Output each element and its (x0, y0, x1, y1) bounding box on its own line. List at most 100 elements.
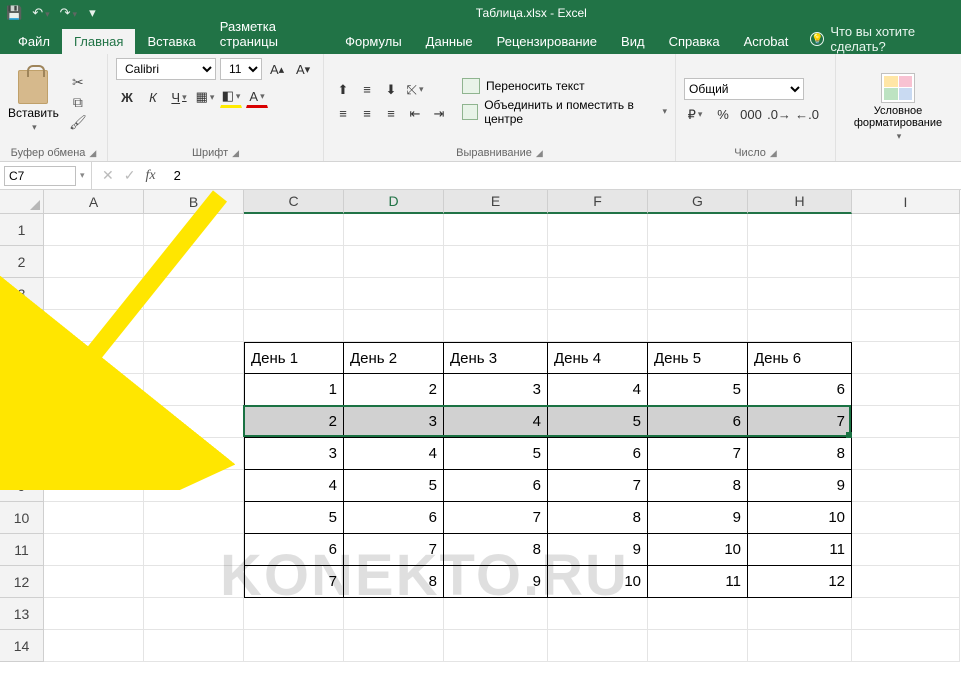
cell-C3[interactable] (244, 278, 344, 310)
cell-I4[interactable] (852, 310, 960, 342)
merge-center-button[interactable]: Объединить и поместить в центре▾ (462, 98, 667, 126)
column-header-D[interactable]: D (344, 190, 444, 214)
cell-E12[interactable]: 9 (444, 566, 548, 598)
cell-C13[interactable] (244, 598, 344, 630)
cell-G7[interactable]: 6 (648, 406, 748, 438)
cell-D11[interactable]: 7 (344, 534, 444, 566)
cell-A4[interactable] (44, 310, 144, 342)
cell-B8[interactable] (144, 438, 244, 470)
column-header-B[interactable]: B (144, 190, 244, 214)
fill-color-icon[interactable]: ◧▾ (220, 86, 242, 108)
row-header-14[interactable]: 14 (0, 630, 44, 662)
cell-H6[interactable]: 6 (748, 374, 852, 406)
cell-F11[interactable]: 9 (548, 534, 648, 566)
row-header-9[interactable]: 9 (0, 470, 44, 502)
cell-E4[interactable] (444, 310, 548, 342)
cancel-icon[interactable]: ✕ (102, 167, 114, 184)
cell-F13[interactable] (548, 598, 648, 630)
percent-icon[interactable]: % (712, 104, 734, 126)
cell-F14[interactable] (548, 630, 648, 662)
cell-H11[interactable]: 11 (748, 534, 852, 566)
cell-H8[interactable]: 8 (748, 438, 852, 470)
cell-F10[interactable]: 8 (548, 502, 648, 534)
tab-acrobat[interactable]: Acrobat (732, 29, 801, 54)
row-header-7[interactable]: 7 (0, 406, 44, 438)
cell-D5[interactable]: День 2 (344, 342, 444, 374)
cell-F7[interactable]: 5 (548, 406, 648, 438)
cell-F5[interactable]: День 4 (548, 342, 648, 374)
increase-font-icon[interactable]: A▴ (266, 58, 288, 80)
cell-I7[interactable] (852, 406, 960, 438)
align-middle-icon[interactable]: ≡ (356, 79, 378, 101)
cell-D7[interactable]: 3 (344, 406, 444, 438)
cell-E1[interactable] (444, 214, 548, 246)
row-header-1[interactable]: 1 (0, 214, 44, 246)
cell-C10[interactable]: 5 (244, 502, 344, 534)
tab-insert[interactable]: Вставка (135, 29, 207, 54)
align-center-icon[interactable]: ≡ (356, 103, 378, 125)
bold-button[interactable]: Ж (116, 86, 138, 108)
cell-D8[interactable]: 4 (344, 438, 444, 470)
row-header-13[interactable]: 13 (0, 598, 44, 630)
tab-formulas[interactable]: Формулы (333, 29, 414, 54)
cell-F2[interactable] (548, 246, 648, 278)
cell-I12[interactable] (852, 566, 960, 598)
cell-C8[interactable]: 3 (244, 438, 344, 470)
cell-E7[interactable]: 4 (444, 406, 548, 438)
cell-B11[interactable] (144, 534, 244, 566)
cell-H12[interactable]: 12 (748, 566, 852, 598)
cell-C5[interactable]: День 1 (244, 342, 344, 374)
clipboard-launcher-icon[interactable]: ◢ (89, 148, 96, 159)
cell-D9[interactable]: 5 (344, 470, 444, 502)
cell-G4[interactable] (648, 310, 748, 342)
cell-G1[interactable] (648, 214, 748, 246)
cell-C6[interactable]: 1 (244, 374, 344, 406)
cell-I13[interactable] (852, 598, 960, 630)
cell-H7[interactable]: 7 (748, 406, 852, 438)
currency-icon[interactable]: ₽▾ (684, 104, 706, 126)
cell-A14[interactable] (44, 630, 144, 662)
cell-A8[interactable] (44, 438, 144, 470)
align-bottom-icon[interactable]: ⬇ (380, 79, 402, 101)
cell-F4[interactable] (548, 310, 648, 342)
cut-icon[interactable]: ✂ (69, 74, 87, 90)
column-header-A[interactable]: A (44, 190, 144, 214)
decrease-font-icon[interactable]: A▾ (292, 58, 314, 80)
cell-G5[interactable]: День 5 (648, 342, 748, 374)
cell-D4[interactable] (344, 310, 444, 342)
cell-B2[interactable] (144, 246, 244, 278)
align-left-icon[interactable]: ≡ (332, 103, 354, 125)
tab-home[interactable]: Главная (62, 29, 135, 54)
cell-H13[interactable] (748, 598, 852, 630)
cell-G6[interactable]: 5 (648, 374, 748, 406)
increase-indent-icon[interactable]: ⇥ (428, 103, 450, 125)
cell-F12[interactable]: 10 (548, 566, 648, 598)
cell-H2[interactable] (748, 246, 852, 278)
cell-C7[interactable]: 2 (244, 406, 344, 438)
cell-C14[interactable] (244, 630, 344, 662)
tab-pagelayout[interactable]: Разметка страницы (208, 14, 333, 54)
cell-I6[interactable] (852, 374, 960, 406)
cell-G8[interactable]: 7 (648, 438, 748, 470)
paste-button[interactable]: Вставить ▾ (8, 70, 59, 133)
cell-I8[interactable] (852, 438, 960, 470)
row-header-11[interactable]: 11 (0, 534, 44, 566)
cells-area[interactable]: День 1День 2День 3День 4День 5День 61234… (44, 214, 960, 662)
cell-B9[interactable] (144, 470, 244, 502)
row-header-6[interactable]: 6 (0, 374, 44, 406)
cell-G2[interactable] (648, 246, 748, 278)
cell-E10[interactable]: 7 (444, 502, 548, 534)
row-header-5[interactable]: 5 (0, 342, 44, 374)
cell-F3[interactable] (548, 278, 648, 310)
cell-G9[interactable]: 8 (648, 470, 748, 502)
cell-A13[interactable] (44, 598, 144, 630)
cell-B12[interactable] (144, 566, 244, 598)
qat-customize-icon[interactable]: ▾ (89, 5, 96, 21)
conditional-formatting-button[interactable]: Условное форматирование ▾ (844, 73, 952, 142)
number-launcher-icon[interactable]: ◢ (770, 148, 777, 159)
cell-F6[interactable]: 4 (548, 374, 648, 406)
cell-F9[interactable]: 7 (548, 470, 648, 502)
cell-F1[interactable] (548, 214, 648, 246)
cell-E8[interactable]: 5 (444, 438, 548, 470)
cell-E14[interactable] (444, 630, 548, 662)
